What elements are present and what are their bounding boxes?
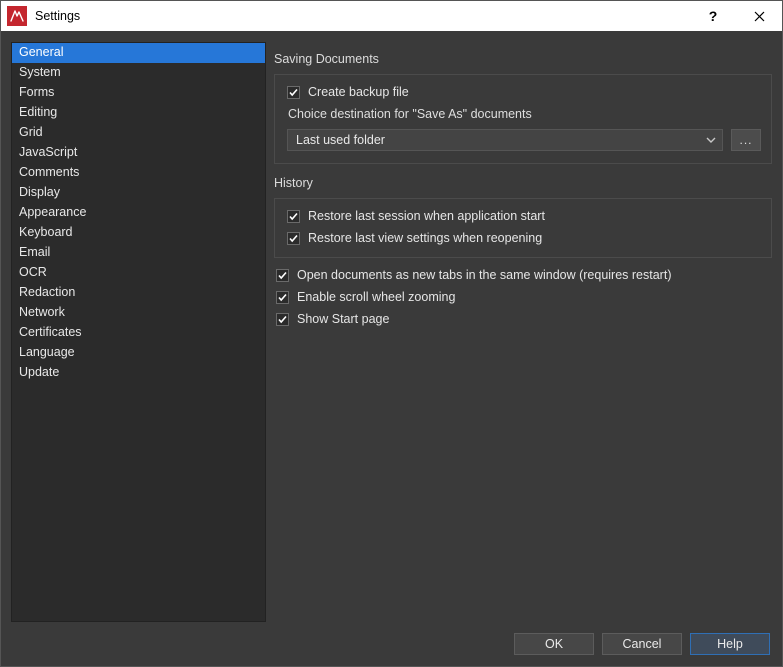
- sidebar-item-editing[interactable]: Editing: [12, 103, 265, 123]
- save-as-destination-label: Choice destination for "Save As" documen…: [288, 107, 761, 121]
- settings-content: Saving Documents Create backup file Choi…: [274, 42, 772, 622]
- create-backup-checkbox[interactable]: [287, 86, 300, 99]
- sidebar-item-email[interactable]: Email: [12, 243, 265, 263]
- help-icon[interactable]: ?: [690, 1, 736, 32]
- sidebar-item-language[interactable]: Language: [12, 343, 265, 363]
- window-title: Settings: [33, 9, 80, 23]
- browse-folder-button[interactable]: ...: [731, 129, 761, 151]
- history-label: History: [274, 176, 772, 190]
- scroll-zoom-checkbox[interactable]: [276, 291, 289, 304]
- sidebar-item-general[interactable]: General: [12, 43, 265, 63]
- sidebar-item-ocr[interactable]: OCR: [12, 263, 265, 283]
- restore-view-label: Restore last view settings when reopenin…: [308, 231, 542, 245]
- sidebar-item-grid[interactable]: Grid: [12, 123, 265, 143]
- open-tabs-checkbox[interactable]: [276, 269, 289, 282]
- sidebar-item-comments[interactable]: Comments: [12, 163, 265, 183]
- help-button[interactable]: Help: [690, 633, 770, 655]
- sidebar-item-forms[interactable]: Forms: [12, 83, 265, 103]
- create-backup-label: Create backup file: [308, 85, 409, 99]
- app-icon: [7, 6, 27, 26]
- restore-view-row: Restore last view settings when reopenin…: [287, 231, 761, 245]
- saving-documents-group: Create backup file Choice destination fo…: [274, 74, 772, 164]
- restore-session-row: Restore last session when application st…: [287, 209, 761, 223]
- settings-window: Settings ? General System Forms Editing …: [0, 0, 783, 667]
- open-tabs-label: Open documents as new tabs in the same w…: [297, 268, 671, 282]
- general-options: Open documents as new tabs in the same w…: [274, 264, 772, 326]
- sidebar-item-redaction[interactable]: Redaction: [12, 283, 265, 303]
- scroll-zoom-label: Enable scroll wheel zooming: [297, 290, 455, 304]
- restore-session-checkbox[interactable]: [287, 210, 300, 223]
- cancel-button[interactable]: Cancel: [602, 633, 682, 655]
- start-page-row: Show Start page: [276, 312, 772, 326]
- restore-session-label: Restore last session when application st…: [308, 209, 545, 223]
- save-as-combo-value: Last used folder: [296, 133, 385, 147]
- start-page-checkbox[interactable]: [276, 313, 289, 326]
- sidebar-item-update[interactable]: Update: [12, 363, 265, 383]
- sidebar-item-display[interactable]: Display: [12, 183, 265, 203]
- sidebar-item-system[interactable]: System: [12, 63, 265, 83]
- titlebar: Settings ?: [1, 1, 782, 32]
- dialog-footer: OK Cancel Help: [1, 622, 782, 666]
- ok-button[interactable]: OK: [514, 633, 594, 655]
- start-page-label: Show Start page: [297, 312, 389, 326]
- history-group: Restore last session when application st…: [274, 198, 772, 258]
- dialog-body: General System Forms Editing Grid JavaSc…: [1, 32, 782, 622]
- sidebar-item-appearance[interactable]: Appearance: [12, 203, 265, 223]
- create-backup-row: Create backup file: [287, 85, 761, 99]
- scroll-zoom-row: Enable scroll wheel zooming: [276, 290, 772, 304]
- open-tabs-row: Open documents as new tabs in the same w…: [276, 268, 772, 282]
- close-icon[interactable]: [736, 1, 782, 32]
- saving-documents-label: Saving Documents: [274, 52, 772, 66]
- sidebar-item-keyboard[interactable]: Keyboard: [12, 223, 265, 243]
- sidebar-item-javascript[interactable]: JavaScript: [12, 143, 265, 163]
- sidebar-item-certificates[interactable]: Certificates: [12, 323, 265, 343]
- restore-view-checkbox[interactable]: [287, 232, 300, 245]
- chevron-down-icon: [706, 136, 716, 144]
- sidebar-item-network[interactable]: Network: [12, 303, 265, 323]
- save-as-destination-combo[interactable]: Last used folder: [287, 129, 723, 151]
- save-as-combo-row: Last used folder ...: [287, 129, 761, 151]
- settings-sidebar[interactable]: General System Forms Editing Grid JavaSc…: [11, 42, 266, 622]
